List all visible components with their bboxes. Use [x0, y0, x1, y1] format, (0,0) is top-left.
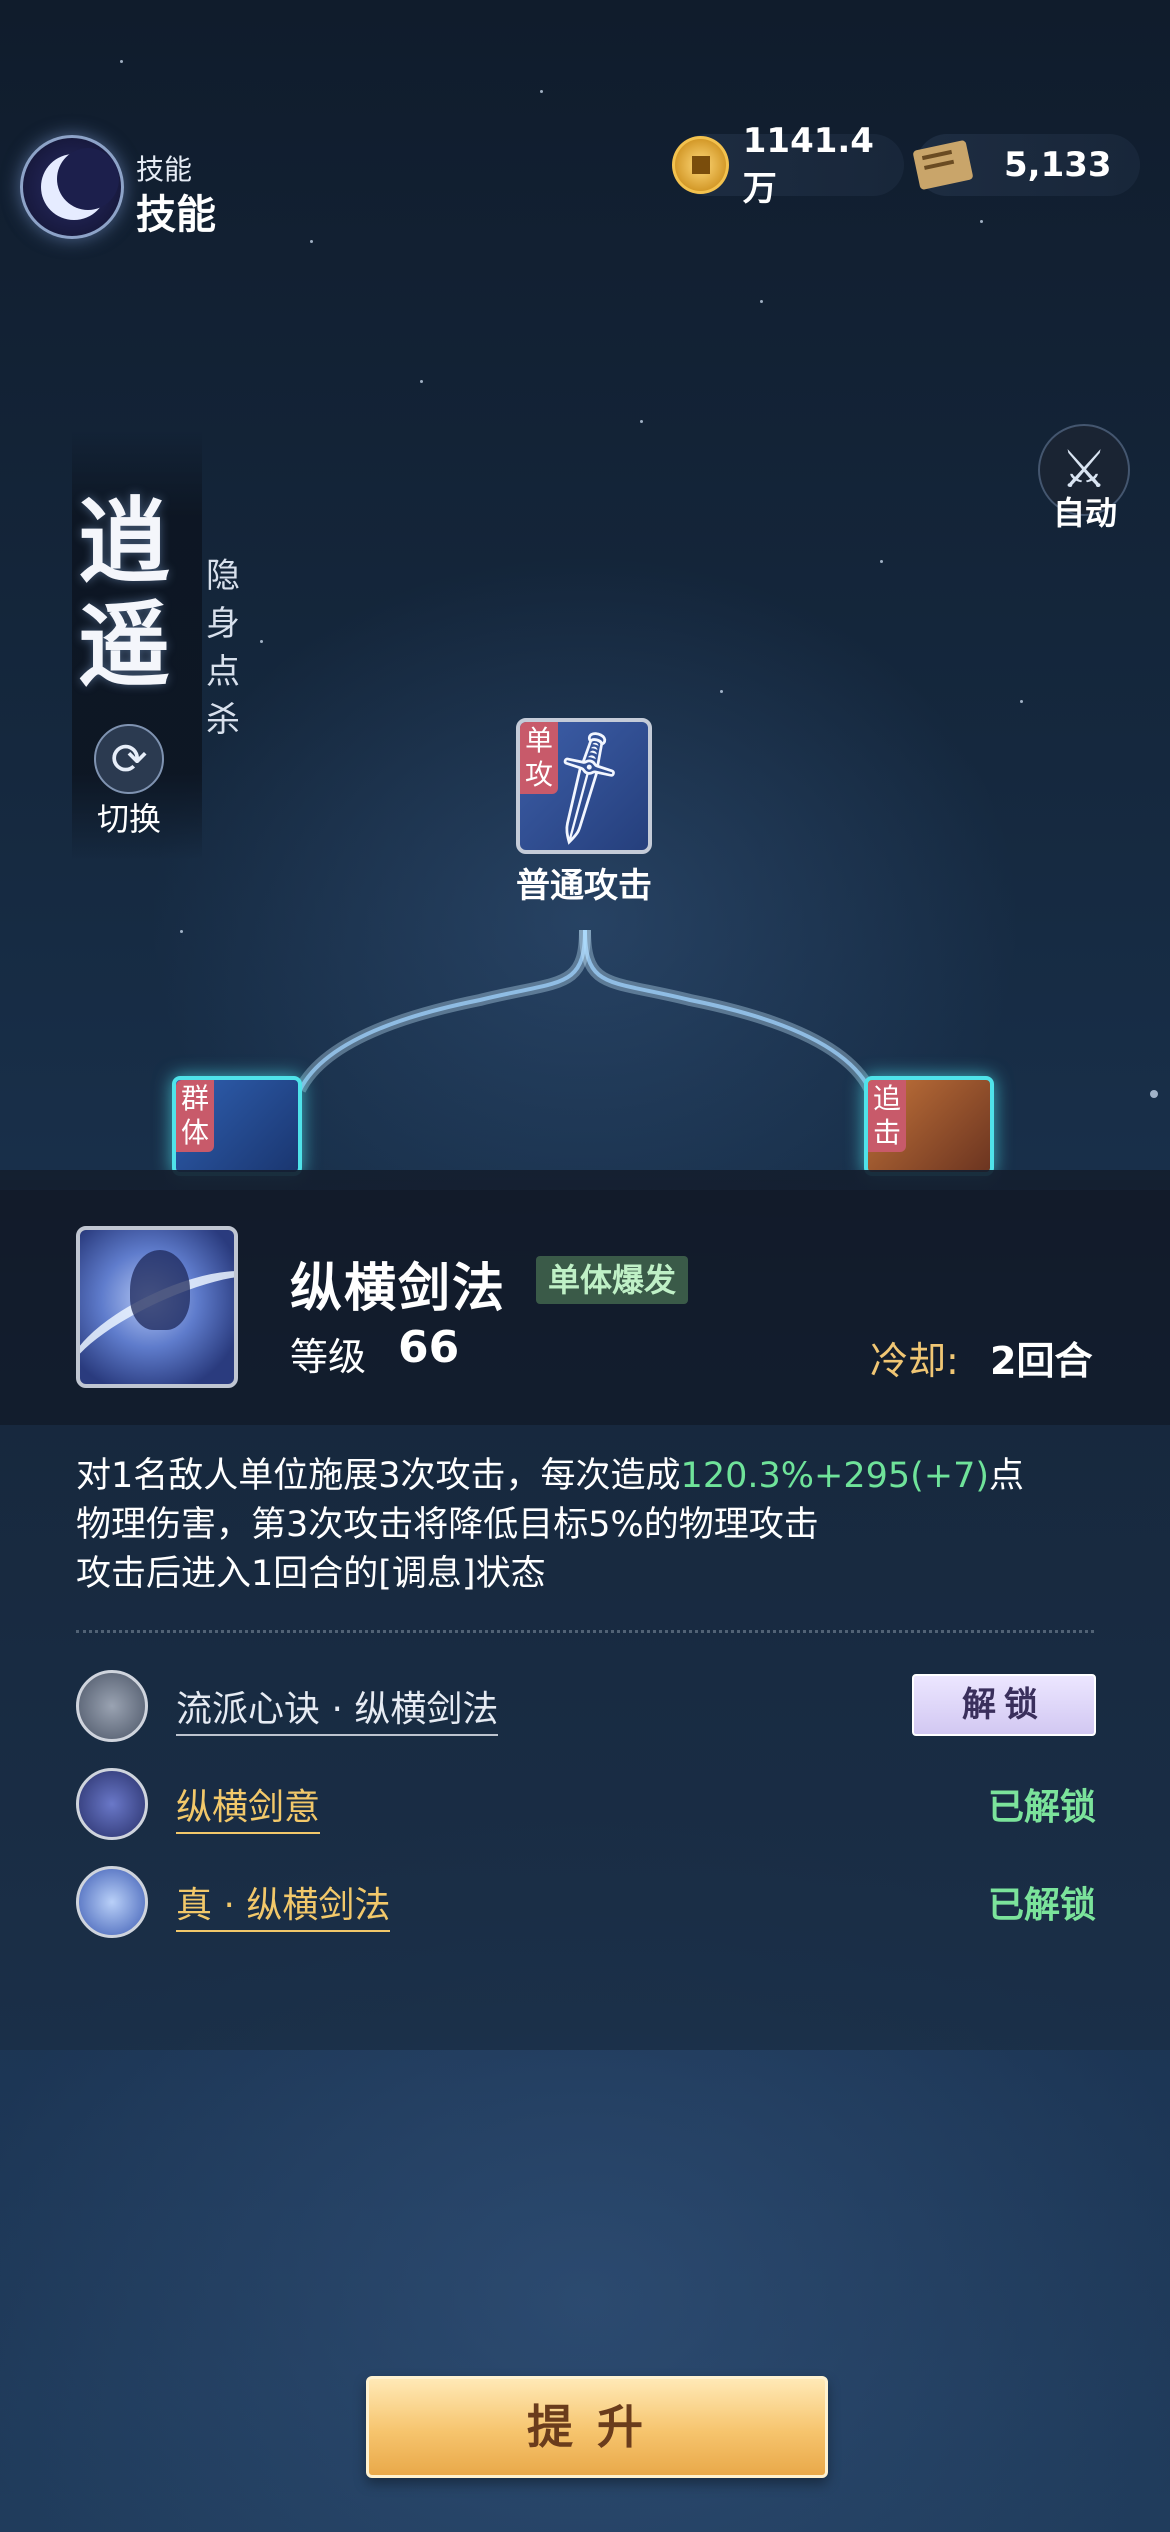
unlock-name-link[interactable]: 真 · 纵横剑法: [176, 1876, 391, 1932]
skill-tag: 追击: [868, 1080, 906, 1152]
skill-icon: [76, 1226, 238, 1388]
unlock-button[interactable]: 解锁: [912, 1674, 1096, 1736]
skill-name: 纵横剑法: [290, 1259, 507, 1319]
unlock-row: 流派心诀 · 纵横剑法 解锁: [76, 1666, 1096, 1744]
desc-text: 物理伤害，第3次攻击将降低目标5%的物理攻击: [76, 1505, 819, 1545]
sword-slash-icon: [76, 1866, 148, 1938]
divider: [76, 1630, 1094, 1633]
skill-type-badge: 单体爆发: [536, 1256, 689, 1304]
desc-damage-value: 120.3%+295(+7): [680, 1456, 990, 1496]
desc-text: 对1名敌人单位施展3次攻击，每次造成: [76, 1456, 681, 1496]
book-icon: [76, 1670, 148, 1742]
level-label: 等级: [290, 1335, 367, 1379]
cooldown-value: 2回合: [990, 1339, 1093, 1383]
level-value: 66: [398, 1322, 460, 1373]
unlock-row: 真 · 纵横剑法 已解锁: [76, 1862, 1096, 1940]
cooldown-label: 冷却:: [870, 1339, 959, 1383]
skill-node-label: 普通攻击: [516, 866, 652, 906]
skill-node-basic-attack[interactable]: 🗡 单攻: [516, 718, 652, 854]
skill-node-left[interactable]: 群体: [172, 1076, 302, 1176]
upgrade-button[interactable]: 提升: [366, 2376, 828, 2478]
skill-tag: 单攻: [520, 722, 558, 794]
unlock-name-link[interactable]: 纵横剑意: [176, 1778, 321, 1834]
skill-tree-lines: [294, 929, 876, 1093]
skill-description: 对1名敌人单位施展3次攻击，每次造成120.3%+295(+7)点 物理伤害，第…: [76, 1452, 1106, 1599]
desc-text: 攻击后进入1回合的[调息]状态: [76, 1554, 546, 1594]
spirit-icon: [76, 1768, 148, 1840]
desc-text: 点: [989, 1456, 1025, 1496]
skill-node-right[interactable]: 追击: [864, 1076, 994, 1176]
unlock-row: 纵横剑意 已解锁: [76, 1764, 1096, 1842]
unlock-status: 已解锁: [987, 1885, 1096, 1926]
unlock-name-link[interactable]: 流派心诀 · 纵横剑法: [176, 1680, 499, 1736]
skill-tag: 群体: [176, 1080, 214, 1152]
unlock-status: 已解锁: [987, 1787, 1096, 1828]
